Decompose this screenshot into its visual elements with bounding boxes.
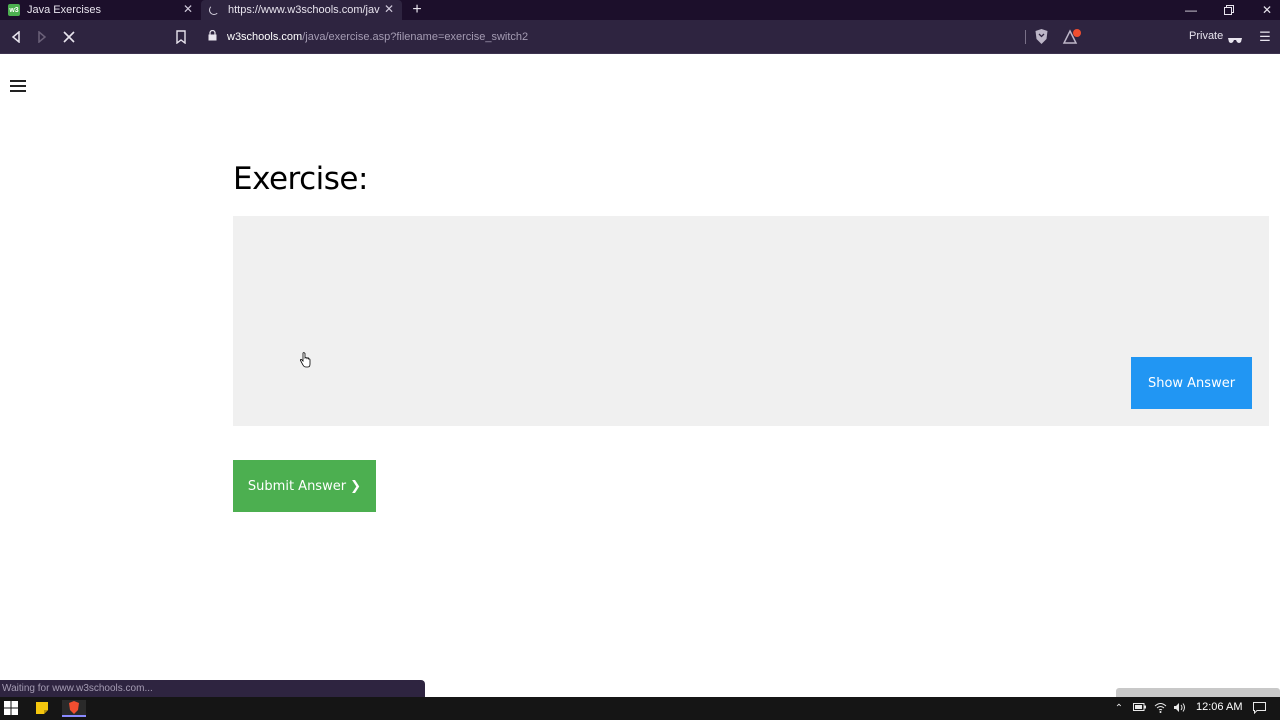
close-tab-icon[interactable]: ✕ xyxy=(382,2,396,16)
forward-icon[interactable] xyxy=(32,27,52,47)
page-content: Exercise: Show Answer Submit Answer ❯ xyxy=(0,55,1280,697)
tab-active-loading[interactable]: https://www.w3schools.com/java/ ✕ xyxy=(201,0,402,20)
address-bar[interactable]: w3schools.com/java/exercise.asp?filename… xyxy=(200,26,1025,48)
lock-icon xyxy=(208,29,218,44)
brave-rewards-icon[interactable] xyxy=(1062,28,1082,46)
wifi-icon[interactable] xyxy=(1153,702,1167,715)
address-bar-divider xyxy=(1025,30,1026,44)
brave-browser-taskbar-icon[interactable] xyxy=(62,700,86,717)
private-window-label[interactable]: Private xyxy=(1189,30,1223,42)
tab-strip: w3 Java Exercises ✕ https://www.w3school… xyxy=(0,0,1280,20)
browser-menu-icon[interactable]: ☰ xyxy=(1257,28,1273,46)
brave-shield-icon[interactable] xyxy=(1034,28,1050,46)
tab-title: Java Exercises xyxy=(27,4,101,16)
private-glasses-icon xyxy=(1227,32,1243,43)
exercise-heading: Exercise: xyxy=(233,161,368,197)
tray-chevron-up-icon[interactable]: ⌃ xyxy=(1112,702,1126,715)
status-bar: Waiting for www.w3schools.com... xyxy=(0,680,425,697)
restore-icon[interactable] xyxy=(1210,0,1248,20)
submit-answer-button[interactable]: Submit Answer ❯ xyxy=(233,460,376,512)
new-tab-plus-icon[interactable]: + xyxy=(409,0,425,20)
tab-java-exercises[interactable]: w3 Java Exercises ✕ xyxy=(0,0,201,20)
browser-toolbar: w3schools.com/java/exercise.asp?filename… xyxy=(0,20,1280,54)
battery-icon[interactable] xyxy=(1132,702,1146,715)
url-path: /java/exercise.asp?filename=exercise_swi… xyxy=(302,31,529,43)
url-host: w3schools.com xyxy=(227,31,303,43)
back-icon[interactable] xyxy=(6,27,26,47)
windows-taskbar: ⌃ 12:06 AM xyxy=(0,697,1280,720)
close-tab-icon[interactable]: ✕ xyxy=(181,2,195,16)
taskbar-clock[interactable]: 12:06 AM xyxy=(1196,701,1242,713)
hand-cursor-icon xyxy=(299,352,311,368)
action-center-icon[interactable] xyxy=(1252,702,1266,715)
sticky-notes-icon[interactable] xyxy=(36,700,54,717)
bookmark-icon[interactable] xyxy=(175,27,191,47)
stop-loading-icon[interactable] xyxy=(59,27,79,47)
hamburger-menu-icon[interactable] xyxy=(10,80,26,94)
windows-start-icon[interactable] xyxy=(4,700,22,717)
close-window-icon[interactable]: ✕ xyxy=(1248,0,1280,20)
tray-overlay xyxy=(1116,688,1280,697)
show-answer-button[interactable]: Show Answer xyxy=(1131,357,1252,409)
volume-icon[interactable] xyxy=(1172,702,1186,715)
loading-spinner-icon xyxy=(209,5,219,15)
tab-title: https://www.w3schools.com/java/ xyxy=(228,4,380,16)
w3schools-favicon-icon: w3 xyxy=(8,4,20,16)
minimize-icon[interactable]: — xyxy=(1172,0,1210,20)
exercise-code-box: Show Answer xyxy=(233,216,1269,426)
